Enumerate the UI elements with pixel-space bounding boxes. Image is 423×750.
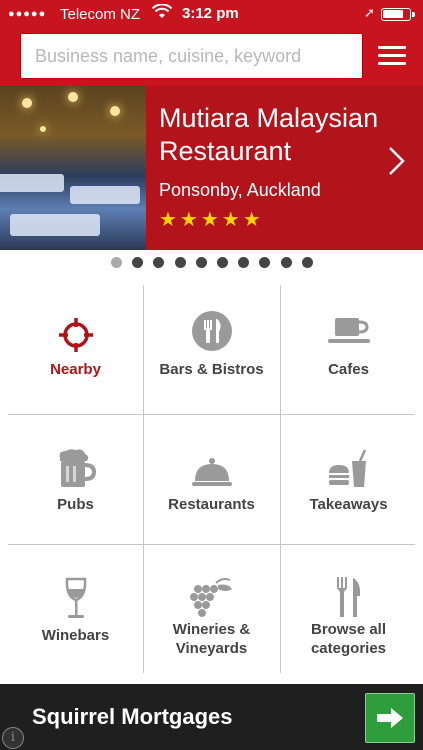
- featured-banner[interactable]: Mutiara Malaysian Restaurant Ponsonby, A…: [0, 86, 423, 250]
- category-restaurants[interactable]: Restaurants: [144, 415, 279, 544]
- category-bars-bistros[interactable]: Bars & Bistros: [144, 285, 279, 414]
- grapes-icon: [144, 573, 279, 621]
- featured-restaurant-name: Mutiara Malaysian Restaurant: [159, 103, 379, 166]
- signal-strength-icon: ●●●●●: [8, 8, 47, 20]
- category-label: Browse all categories: [310, 621, 387, 657]
- category-nearby[interactable]: Nearby: [8, 285, 143, 414]
- carousel-dot[interactable]: [217, 257, 228, 268]
- carousel-pager: [0, 255, 423, 271]
- cloche-icon: [144, 449, 279, 497]
- wifi-icon: [151, 3, 173, 24]
- location-arrow-icon: ➚: [364, 5, 375, 20]
- search-box[interactable]: [20, 33, 363, 79]
- fork-knife-icon: [281, 573, 416, 621]
- restaurant-photo: [0, 86, 146, 250]
- ad-go-button[interactable]: [365, 693, 415, 743]
- carousel-dot[interactable]: [195, 257, 207, 268]
- category-wineries-vineyards[interactable]: Wineries & Vineyards: [144, 545, 279, 674]
- burger-drink-icon: [281, 445, 416, 493]
- carousel-dot[interactable]: [174, 257, 186, 268]
- carousel-dot[interactable]: [259, 257, 271, 268]
- category-takeaways[interactable]: Takeaways: [281, 415, 416, 544]
- category-pubs[interactable]: Pubs: [8, 415, 143, 544]
- ad-banner[interactable]: Squirrel Mortgages: [0, 684, 423, 750]
- category-label: Bars & Bistros: [159, 361, 264, 378]
- carousel-dot[interactable]: [280, 257, 292, 268]
- carousel-dot[interactable]: [111, 257, 122, 268]
- carousel-dot[interactable]: [153, 257, 165, 268]
- category-browse-all[interactable]: Browse all categories: [281, 545, 416, 674]
- ad-info-icon[interactable]: i: [2, 727, 24, 749]
- clock: 3:12 pm: [182, 5, 239, 22]
- category-label: Cafes: [328, 361, 369, 378]
- hamburger-menu-icon[interactable]: [376, 42, 408, 68]
- category-winebars[interactable]: Winebars: [8, 545, 143, 674]
- category-label: Takeaways: [309, 496, 388, 513]
- category-label: Restaurants: [168, 496, 255, 513]
- featured-restaurant-location: Ponsonby, Auckland: [159, 180, 321, 200]
- crosshair-icon: [8, 311, 143, 359]
- category-label: Pubs: [57, 496, 94, 513]
- category-grid: Nearby Bars & Bistros Cafes Pubs Restaur…: [8, 285, 415, 673]
- status-bar: ●●●●● Telecom NZ 3:12 pm ➚: [0, 0, 423, 30]
- category-label: Nearby: [50, 361, 101, 378]
- battery-icon: [381, 8, 415, 21]
- category-label: Wineries & Vineyards: [172, 621, 251, 657]
- category-label: Winebars: [41, 627, 110, 644]
- star-rating: ★★★★★: [159, 209, 264, 231]
- carousel-dot[interactable]: [132, 257, 144, 268]
- arrow-right-icon: [377, 708, 403, 728]
- carrier-name: Telecom NZ: [60, 6, 141, 23]
- beer-mug-icon: [8, 445, 143, 493]
- app-header: ●●●●● Telecom NZ 3:12 pm ➚: [0, 0, 423, 86]
- wine-glass-icon: [8, 575, 143, 623]
- carousel-dot[interactable]: [301, 257, 313, 268]
- ad-text: Squirrel Mortgages: [32, 704, 233, 729]
- search-input[interactable]: [21, 34, 362, 78]
- cutlery-icon: [144, 307, 279, 355]
- chevron-right-icon[interactable]: [388, 146, 406, 182]
- carousel-dot[interactable]: [238, 257, 250, 268]
- category-cafes[interactable]: Cafes: [281, 285, 416, 414]
- coffee-cup-icon: [281, 307, 416, 355]
